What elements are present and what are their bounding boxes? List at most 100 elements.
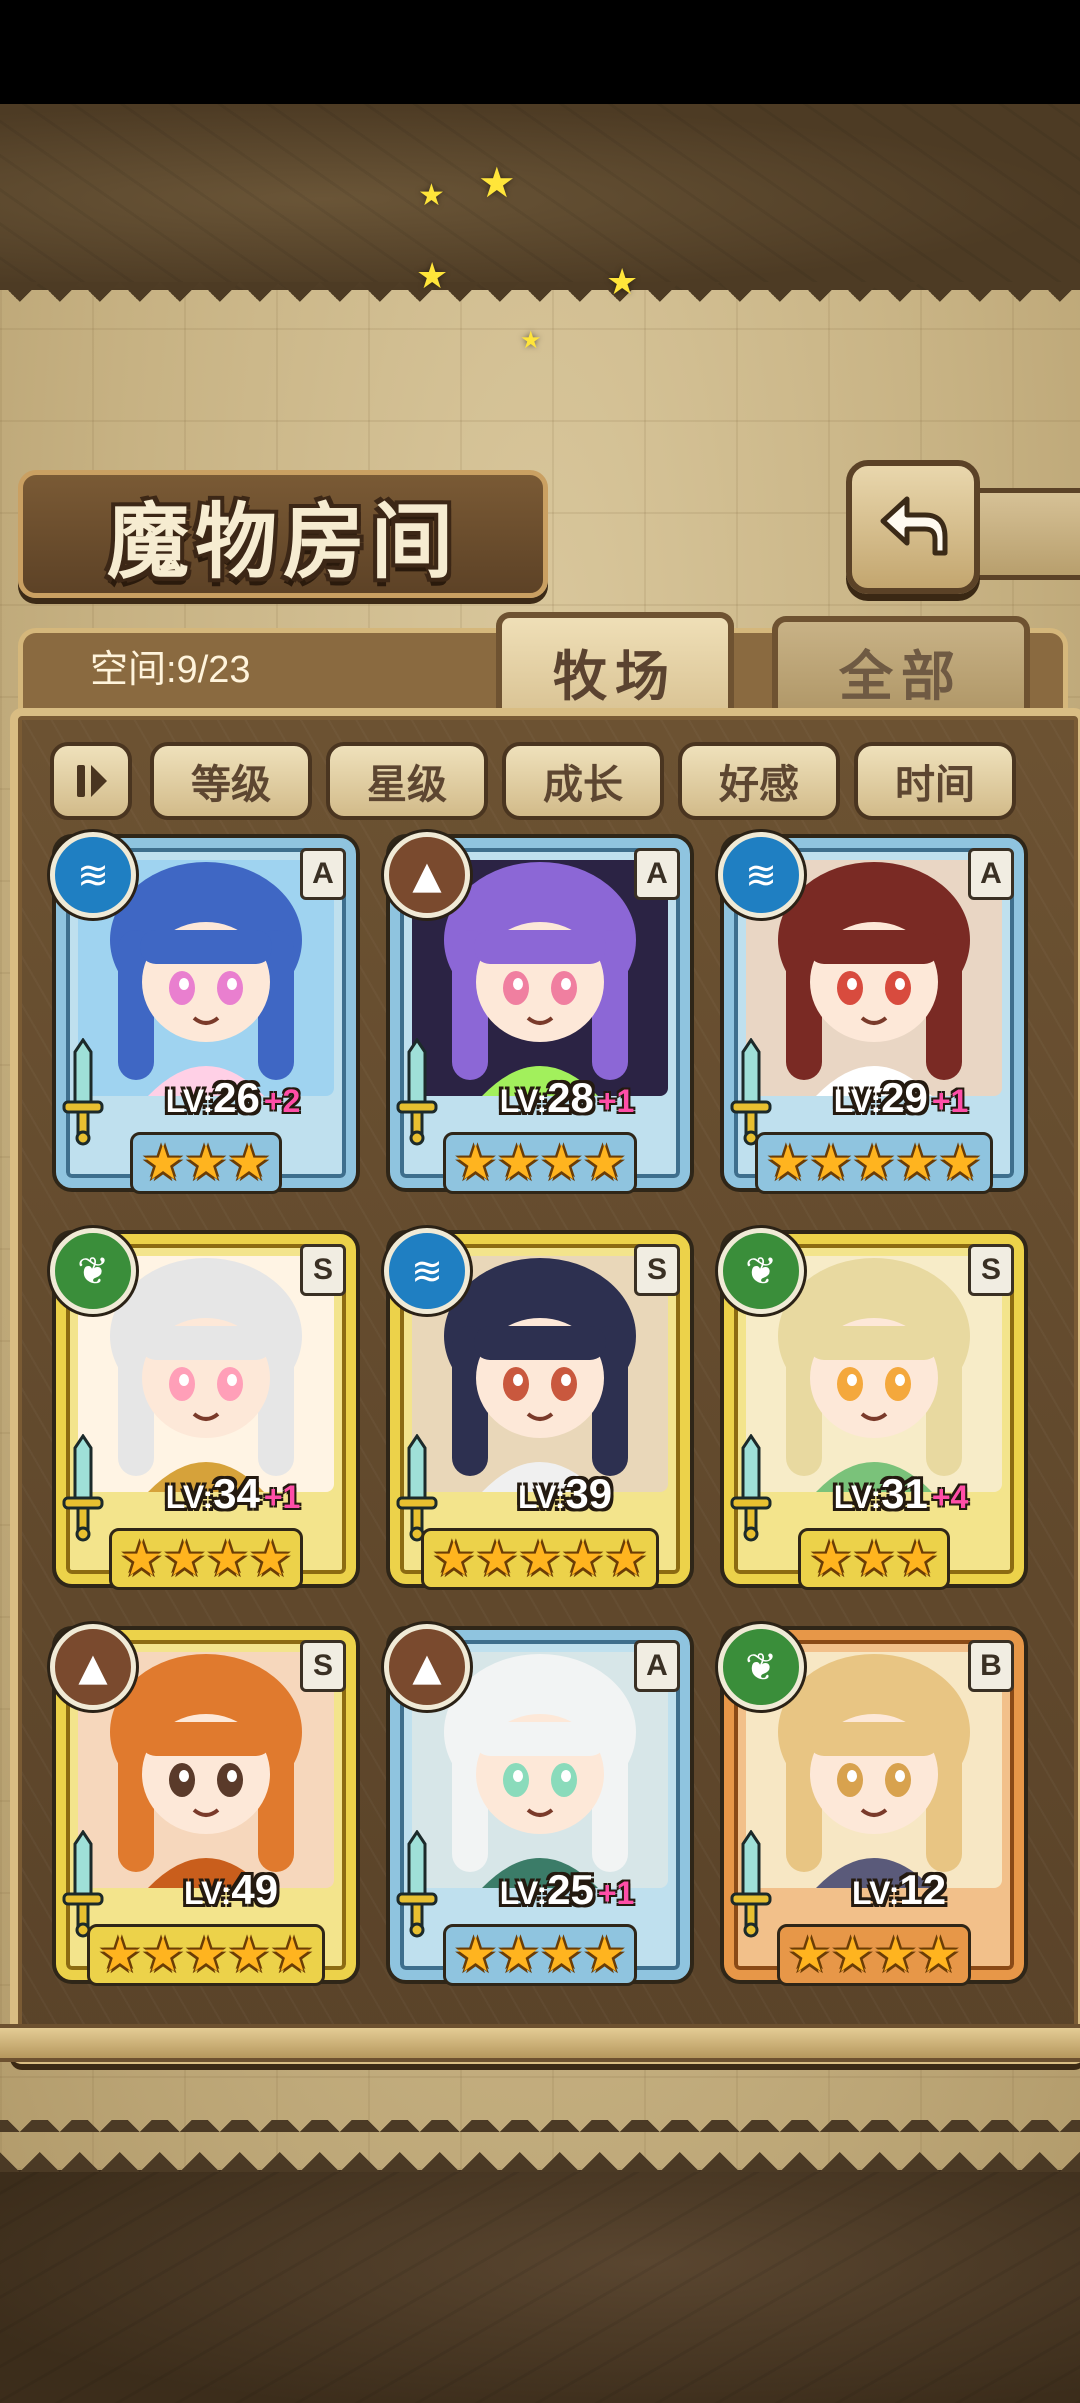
- monster-card[interactable]: ≋ S LV: 39 ★ ★ ★ ★ ★: [384, 1228, 690, 1590]
- tab-all[interactable]: 全部: [772, 616, 1030, 720]
- star-icon: ★: [184, 1135, 228, 1191]
- star-icon: ★: [540, 1927, 584, 1983]
- sort-order-toggle-button[interactable]: [50, 742, 132, 820]
- star-icon: ★: [496, 1135, 540, 1191]
- back-button[interactable]: [846, 460, 980, 594]
- monster-card[interactable]: ▲ A LV: 28 +1 ★ ★ ★ ★: [384, 832, 690, 1194]
- star-icon: ★: [475, 1531, 519, 1587]
- level-label: LV: 12: [784, 1866, 1018, 1922]
- star-icon: ★: [809, 1531, 853, 1587]
- star-icon: ★: [604, 1531, 648, 1587]
- star-icon: ★: [766, 1135, 810, 1191]
- sparkle-star-icon: ★: [606, 262, 639, 303]
- star-icon: ★: [852, 1531, 896, 1587]
- star-icon: ★: [249, 1531, 293, 1587]
- star-rating: ★ ★ ★ ★ ★: [724, 1130, 1024, 1196]
- monster-card[interactable]: ≋ A LV: 29 +1 ★ ★ ★ ★ ★: [718, 832, 1024, 1194]
- monster-card[interactable]: ≋ A LV: 26 +2 ★ ★ ★: [50, 832, 356, 1194]
- level-label: LV: 34 +1: [116, 1470, 350, 1526]
- filter-time-button[interactable]: 时间: [854, 742, 1016, 820]
- rank-badge: A: [634, 1640, 680, 1692]
- filter-level-button[interactable]: 等级: [150, 742, 312, 820]
- wind-element-icon: ❦: [50, 1228, 136, 1314]
- star-rating: ★ ★ ★: [724, 1526, 1024, 1592]
- level-prefix: LV:: [165, 1479, 214, 1515]
- star-icon: ★: [852, 1135, 896, 1191]
- level-prefix: LV:: [165, 1083, 214, 1119]
- star-icon: ★: [453, 1927, 497, 1983]
- rank-badge: S: [968, 1244, 1014, 1296]
- level-value: 29: [881, 1074, 928, 1121]
- star-icon: ★: [895, 1135, 939, 1191]
- star-icon: ★: [141, 1135, 185, 1191]
- rank-badge: A: [634, 848, 680, 900]
- earth-element-icon: ▲: [384, 1624, 470, 1710]
- earth-element-icon: ▲: [50, 1624, 136, 1710]
- star-icon: ★: [206, 1531, 250, 1587]
- water-element-icon: ≋: [718, 832, 804, 918]
- filter-star-button[interactable]: 星级: [326, 742, 488, 820]
- star-icon: ★: [809, 1135, 853, 1191]
- star-icon: ★: [496, 1927, 540, 1983]
- level-label: LV: 29 +1: [784, 1074, 1018, 1130]
- rank-badge: S: [300, 1640, 346, 1692]
- monster-card[interactable]: ❦ B LV: 12 ★ ★ ★ ★: [718, 1624, 1024, 1986]
- page-title-plate: 魔物房间: [18, 470, 548, 598]
- water-element-icon: ≋: [50, 832, 136, 918]
- return-arrow-icon: [880, 496, 948, 556]
- level-bonus: +1: [263, 1479, 301, 1515]
- level-prefix: LV:: [499, 1875, 548, 1911]
- level-bonus: +1: [931, 1083, 969, 1119]
- level-prefix: LV:: [517, 1479, 566, 1515]
- filter-growth-button[interactable]: 成长: [502, 742, 664, 820]
- star-rating: ★ ★ ★ ★: [390, 1922, 690, 1988]
- star-icon: ★: [895, 1531, 939, 1587]
- star-icon: ★: [787, 1927, 831, 1983]
- torn-edge-top: [0, 282, 1080, 322]
- earth-element-icon: ▲: [384, 832, 470, 918]
- level-label: LV: 39: [450, 1470, 684, 1526]
- level-label: LV: 25 +1: [450, 1866, 684, 1922]
- torn-edge-bottom: [0, 2120, 1080, 2172]
- monster-card[interactable]: ▲ A LV: 25 +1 ★ ★ ★ ★: [384, 1624, 690, 1986]
- status-bar: [0, 0, 1080, 104]
- wind-element-icon: ❦: [718, 1228, 804, 1314]
- filter-affection-button[interactable]: 好感: [678, 742, 840, 820]
- rank-badge: A: [300, 848, 346, 900]
- level-value: 12: [899, 1866, 947, 1913]
- level-bonus: +2: [263, 1083, 301, 1119]
- sparkle-star-icon: ★: [418, 178, 445, 213]
- level-prefix: LV:: [183, 1875, 232, 1911]
- monster-card[interactable]: ❦ S LV: 34 +1 ★ ★ ★ ★: [50, 1228, 356, 1590]
- star-icon: ★: [583, 1135, 627, 1191]
- level-value: 28: [547, 1074, 594, 1121]
- level-value: 25: [547, 1866, 594, 1913]
- level-prefix: LV:: [833, 1083, 882, 1119]
- level-value: 34: [213, 1470, 260, 1517]
- star-icon: ★: [227, 1135, 271, 1191]
- star-icon: ★: [518, 1531, 562, 1587]
- level-prefix: LV:: [499, 1083, 548, 1119]
- wind-element-icon: ❦: [718, 1624, 804, 1710]
- star-icon: ★: [453, 1135, 497, 1191]
- star-icon: ★: [270, 1927, 314, 1983]
- star-icon: ★: [98, 1927, 142, 1983]
- monster-card[interactable]: ❦ S LV: 31 +4 ★ ★ ★: [718, 1228, 1024, 1590]
- map-background-bottom: [0, 2170, 1080, 2403]
- level-bonus: +1: [597, 1875, 635, 1911]
- level-label: LV: 28 +1: [450, 1074, 684, 1130]
- sparkle-star-icon: ★: [520, 326, 542, 354]
- map-background-top: [0, 104, 1080, 294]
- rank-badge: S: [634, 1244, 680, 1296]
- star-icon: ★: [938, 1135, 982, 1191]
- level-value: 49: [231, 1866, 279, 1913]
- star-icon: ★: [917, 1927, 961, 1983]
- star-rating: ★ ★ ★: [56, 1130, 356, 1196]
- level-value: 39: [565, 1470, 613, 1517]
- monster-card[interactable]: ▲ S LV: 49 ★ ★ ★ ★ ★: [50, 1624, 356, 1986]
- star-icon: ★: [432, 1531, 476, 1587]
- level-label: LV: 26 +2: [116, 1074, 350, 1130]
- star-icon: ★: [583, 1927, 627, 1983]
- star-icon: ★: [141, 1927, 185, 1983]
- star-icon: ★: [874, 1927, 918, 1983]
